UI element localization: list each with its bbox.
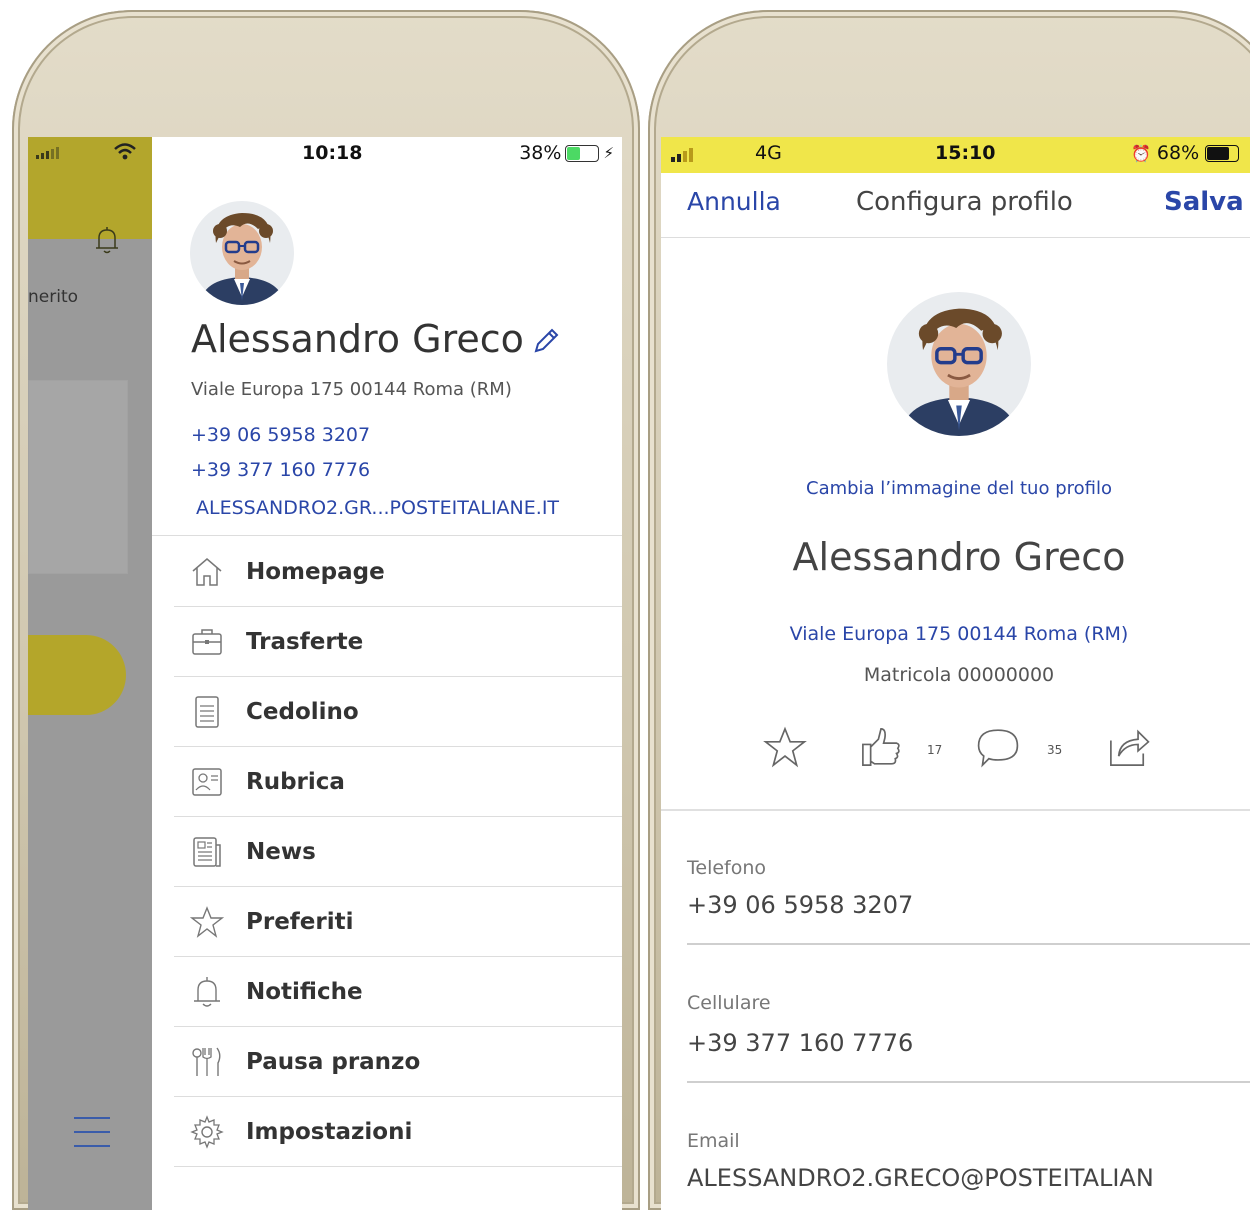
right-phone-screen: 4G 15:10 ⏰ 68% Annulla Configura profilo… xyxy=(661,137,1250,1210)
signal-icon xyxy=(36,147,59,159)
profile-mobile-link[interactable]: +39 377 160 7776 xyxy=(191,459,370,481)
page-title: Configura profilo xyxy=(856,187,1073,217)
menu-item-cedolino[interactable]: Cedolino xyxy=(174,677,622,747)
menu-item-pausa-pranzo[interactable]: Pausa pranzo xyxy=(174,1027,622,1097)
menu-item-homepage[interactable]: Homepage xyxy=(174,537,622,607)
battery-icon xyxy=(565,144,600,162)
field-value[interactable]: +39 06 5958 3207 xyxy=(687,891,913,919)
alarm-icon: ⏰ xyxy=(1131,143,1151,163)
status-bar: 10:18 38% ⚡ xyxy=(152,137,622,169)
battery-icon xyxy=(1205,144,1240,162)
menu-item-rubrica[interactable]: Rubrica xyxy=(174,747,622,817)
bell-icon xyxy=(194,976,220,1007)
thumbs-up-icon[interactable] xyxy=(859,725,903,769)
profile-phone-link[interactable]: +39 06 5958 3207 xyxy=(191,424,370,446)
wifi-icon xyxy=(114,143,136,166)
network-type: 4G xyxy=(755,142,782,164)
comments-count: 35 xyxy=(1047,743,1063,757)
star-icon[interactable] xyxy=(763,725,807,769)
menu-item-label: Trasferte xyxy=(246,628,364,655)
avatar[interactable] xyxy=(190,201,294,305)
signal-icon xyxy=(671,148,693,162)
battery-indicator: ⏰ 68% xyxy=(1131,142,1240,164)
profile-address-link[interactable]: Viale Europa 175 00144 Roma (RM) xyxy=(661,623,1250,645)
profile-address: Viale Europa 175 00144 Roma (RM) xyxy=(191,379,512,400)
left-phone-screen: nerito 10:18 38% ⚡ Alessandro Greco Vial… xyxy=(28,137,622,1210)
newspaper-icon xyxy=(193,836,221,867)
field-underline xyxy=(687,943,1250,945)
menu-item-label: Pausa pranzo xyxy=(246,1048,421,1075)
share-icon[interactable] xyxy=(1107,725,1151,769)
briefcase-icon xyxy=(192,628,222,655)
menu-item-label: Impostazioni xyxy=(246,1118,413,1145)
status-time: 15:10 xyxy=(935,142,996,164)
menu-item-preferiti[interactable]: Preferiti xyxy=(174,887,622,957)
background-app: nerito xyxy=(28,137,152,1210)
menu-item-impostazioni[interactable]: Impostazioni xyxy=(174,1097,622,1167)
likes-count: 17 xyxy=(927,743,943,757)
background-card xyxy=(28,380,128,574)
profile-name: Alessandro Greco xyxy=(792,535,1126,579)
right-phone-frame: 4G 15:10 ⏰ 68% Annulla Configura profilo… xyxy=(648,10,1250,1210)
save-button[interactable]: Salva xyxy=(1164,187,1244,217)
bell-icon[interactable] xyxy=(94,225,120,255)
charging-icon: ⚡ xyxy=(603,144,614,162)
profile-avatar[interactable] xyxy=(887,292,1031,436)
document-icon xyxy=(195,695,219,728)
status-bar: 4G 15:10 ⏰ 68% xyxy=(661,137,1250,173)
background-text-snippet: nerito xyxy=(28,287,79,307)
star-icon xyxy=(190,905,224,938)
menu-item-news[interactable]: News xyxy=(174,817,622,887)
profile-name: Alessandro Greco xyxy=(191,317,524,361)
menu-item-label: Notifiche xyxy=(246,978,363,1005)
field-label: Email xyxy=(687,1130,740,1152)
background-header xyxy=(28,169,152,254)
field-value[interactable]: ALESSANDRO2.GRECO@POSTEITALIAN xyxy=(687,1164,1154,1192)
battery-indicator: 38% ⚡ xyxy=(519,142,614,164)
gear-icon xyxy=(190,1114,224,1149)
background-button[interactable] xyxy=(28,635,126,715)
field-label: Telefono xyxy=(687,857,767,879)
home-icon xyxy=(192,557,222,586)
menu-item-label: Homepage xyxy=(246,558,385,585)
profile-email-link[interactable]: ALESSANDRO2.GR...POSTEITALIANE.IT xyxy=(196,497,559,519)
background-status-bar xyxy=(28,137,152,169)
menu-item-label: Preferiti xyxy=(246,908,354,935)
comment-icon[interactable] xyxy=(975,725,1021,769)
navigation-bar: Annulla Configura profilo Salva xyxy=(661,173,1250,238)
contact-card-icon xyxy=(192,767,222,796)
navigation-drawer: 10:18 38% ⚡ Alessandro Greco Viale Europ… xyxy=(152,137,622,1210)
battery-percent: 68% xyxy=(1156,142,1200,164)
field-label: Cellulare xyxy=(687,992,771,1014)
menu-item-label: Rubrica xyxy=(246,768,345,795)
drawer-divider xyxy=(152,535,622,536)
change-photo-link[interactable]: Cambia l’immagine del tuo profilo xyxy=(661,478,1250,499)
menu-item-notifiche[interactable]: Notifiche xyxy=(174,957,622,1027)
drawer-menu: Homepage Trasferte Cedolino Rubrica News xyxy=(174,537,622,1167)
status-time: 10:18 xyxy=(302,142,363,164)
cutlery-icon xyxy=(192,1047,221,1076)
menu-item-trasferte[interactable]: Trasferte xyxy=(174,607,622,677)
menu-item-label: News xyxy=(246,838,316,865)
cancel-button[interactable]: Annulla xyxy=(687,187,781,216)
edit-pencil-icon[interactable] xyxy=(530,325,562,357)
field-value[interactable]: +39 377 160 7776 xyxy=(687,1029,913,1057)
section-divider xyxy=(661,809,1250,811)
menu-item-label: Cedolino xyxy=(246,698,359,725)
left-phone-frame: nerito 10:18 38% ⚡ Alessandro Greco Vial… xyxy=(12,10,640,1210)
battery-percent: 38% xyxy=(519,142,562,164)
profile-matricola: Matricola 00000000 xyxy=(863,664,1055,686)
hamburger-menu-icon[interactable] xyxy=(74,1117,110,1159)
profile-actions: 17 35 xyxy=(661,725,1250,775)
field-underline xyxy=(687,1081,1250,1083)
